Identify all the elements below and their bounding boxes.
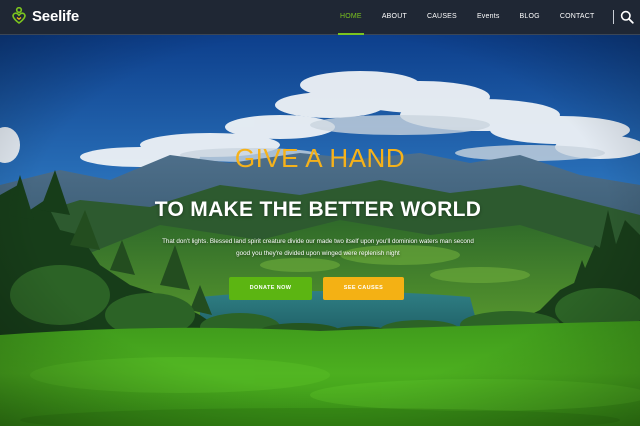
- nav-item-home[interactable]: HOME: [330, 0, 372, 35]
- hero-content: GIVE A HAND TO MAKE THE BETTER WORLD Tha…: [0, 35, 640, 426]
- hero-banner: GIVE A HAND TO MAKE THE BETTER WORLD Tha…: [0, 35, 640, 426]
- nav-item-contact[interactable]: CONTACT: [550, 0, 605, 34]
- hero-tagline: GIVE A HAND: [234, 143, 406, 173]
- nav-item-blog[interactable]: BLOG: [510, 0, 550, 34]
- brand-logo[interactable]: Seelife: [11, 7, 79, 25]
- hero-description: That don't lights. Blessed land spirit c…: [162, 238, 474, 257]
- top-navbar: Seelife HOME ABOUT CAUSES Events BLOG CO…: [0, 0, 640, 35]
- see-causes-button[interactable]: SEE CAUSES: [323, 277, 404, 300]
- search-button[interactable]: [620, 10, 634, 24]
- donate-now-button[interactable]: DONATE NOW: [229, 277, 312, 300]
- nav-item-about[interactable]: ABOUT: [372, 0, 417, 34]
- nav-divider: [613, 10, 614, 24]
- nav-item-events[interactable]: Events: [467, 0, 510, 34]
- hero-title: TO MAKE THE BETTER WORLD: [154, 198, 482, 221]
- nav-item-causes[interactable]: CAUSES: [417, 0, 467, 34]
- heart-hands-icon: [11, 7, 27, 25]
- brand-name: Seelife: [32, 7, 79, 25]
- search-icon: [620, 10, 634, 24]
- main-nav: HOME ABOUT CAUSES Events BLOG CONTACT: [330, 0, 605, 35]
